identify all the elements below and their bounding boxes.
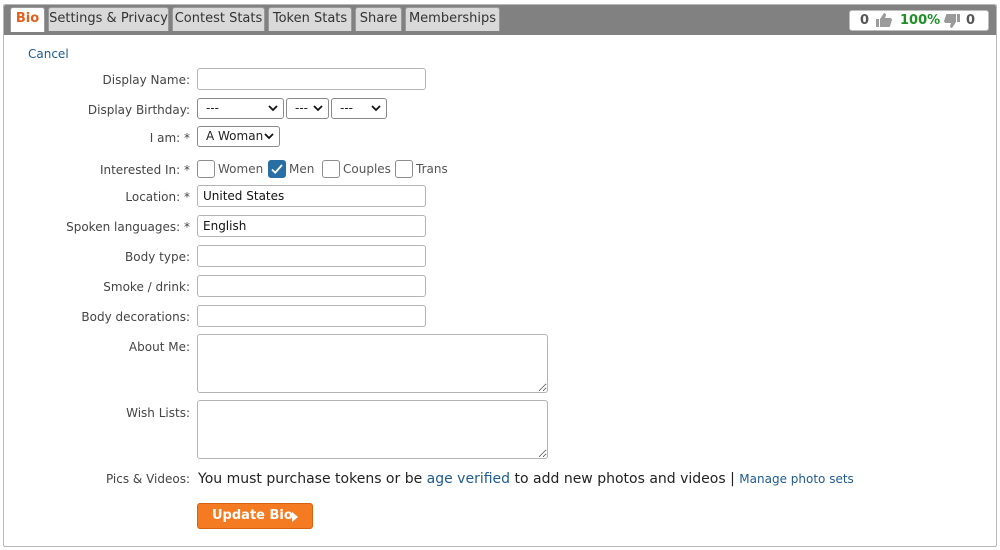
interested-trans-label: Trans xyxy=(416,162,448,176)
tab-token-stats[interactable]: Token Stats xyxy=(268,7,352,31)
chevron-down-icon xyxy=(268,105,278,112)
body-decorations-input[interactable] xyxy=(197,305,426,327)
rating-stats: 0 100% 0 xyxy=(849,10,989,31)
location-label: Location: * xyxy=(125,190,190,204)
display-name-label: Display Name: xyxy=(102,73,191,87)
tab-share[interactable]: Share xyxy=(355,7,402,31)
interested-in-label: Interested In: * xyxy=(99,163,190,177)
smoke-drink-input[interactable] xyxy=(197,275,426,297)
tab-bio[interactable]: Bio xyxy=(10,7,45,32)
birthday-month-value: --- xyxy=(206,101,219,115)
spoken-languages-label: Spoken languages: * xyxy=(66,220,190,234)
i-am-label: I am: * xyxy=(149,131,190,145)
thumbs-up-icon xyxy=(875,12,893,34)
birthday-month-select[interactable]: --- xyxy=(197,98,284,119)
about-me-label: About Me: xyxy=(128,340,190,354)
body-type-label: Body type: xyxy=(125,250,190,264)
spoken-languages-input[interactable] xyxy=(197,215,426,237)
thumbs-down-icon xyxy=(943,13,961,35)
pics-videos-text-before: You must purchase tokens or be xyxy=(198,471,427,487)
pics-videos-message: You must purchase tokens or be age verif… xyxy=(198,471,854,487)
i-am-select[interactable]: A Woman xyxy=(197,126,280,147)
manage-photo-sets-link[interactable]: Manage photo sets xyxy=(739,472,854,486)
body-decorations-label: Body decorations: xyxy=(81,310,190,324)
location-input[interactable] xyxy=(197,185,426,207)
birthday-year-value: --- xyxy=(340,101,353,115)
update-bio-label: Update Bio xyxy=(212,508,293,523)
cancel-link[interactable]: Cancel xyxy=(28,47,69,61)
age-verified-link[interactable]: age verified xyxy=(427,471,510,487)
birthday-day-select[interactable]: --- xyxy=(286,98,329,119)
smoke-drink-label: Smoke / drink: xyxy=(103,280,190,294)
rating-percent: 100% xyxy=(900,13,941,28)
display-name-input[interactable] xyxy=(197,68,426,90)
bio-editor: Bio Settings & Privacy Contest Stats Tok… xyxy=(0,0,1000,550)
interested-couples-checkbox[interactable] xyxy=(322,160,340,178)
wish-lists-label: Wish Lists: xyxy=(126,406,190,420)
birthday-year-select[interactable]: --- xyxy=(331,98,387,119)
interested-couples-label: Couples xyxy=(343,162,391,176)
chevron-down-icon xyxy=(264,133,274,140)
interested-trans-checkbox[interactable] xyxy=(395,160,413,178)
interested-men-label: Men xyxy=(289,162,315,176)
chevron-down-icon xyxy=(313,105,323,112)
body-type-input[interactable] xyxy=(197,245,426,267)
thumbs-down-count: 0 xyxy=(966,13,976,28)
pics-videos-text-after: to add new photos and videos | xyxy=(510,471,740,487)
tab-memberships[interactable]: Memberships xyxy=(405,7,500,31)
display-birthday-label: Display Birthday: xyxy=(87,103,190,117)
update-bio-button[interactable]: Update Bio xyxy=(197,503,313,529)
tab-contest-stats[interactable]: Contest Stats xyxy=(172,7,265,31)
interested-women-label: Women xyxy=(218,162,264,176)
birthday-day-value: --- xyxy=(295,101,308,115)
pics-videos-label: Pics & Videos: xyxy=(105,472,190,486)
i-am-value: A Woman xyxy=(206,129,264,143)
about-me-textarea[interactable] xyxy=(197,334,548,393)
chevron-down-icon xyxy=(371,105,381,112)
wish-lists-textarea[interactable] xyxy=(197,400,548,459)
interested-women-checkbox[interactable] xyxy=(197,160,215,178)
arrow-right-icon xyxy=(292,512,298,522)
checkmark-icon xyxy=(271,164,283,175)
interested-men-checkbox[interactable] xyxy=(268,160,286,178)
tab-settings-privacy[interactable]: Settings & Privacy xyxy=(48,7,169,31)
thumbs-up-count: 0 xyxy=(860,13,870,28)
